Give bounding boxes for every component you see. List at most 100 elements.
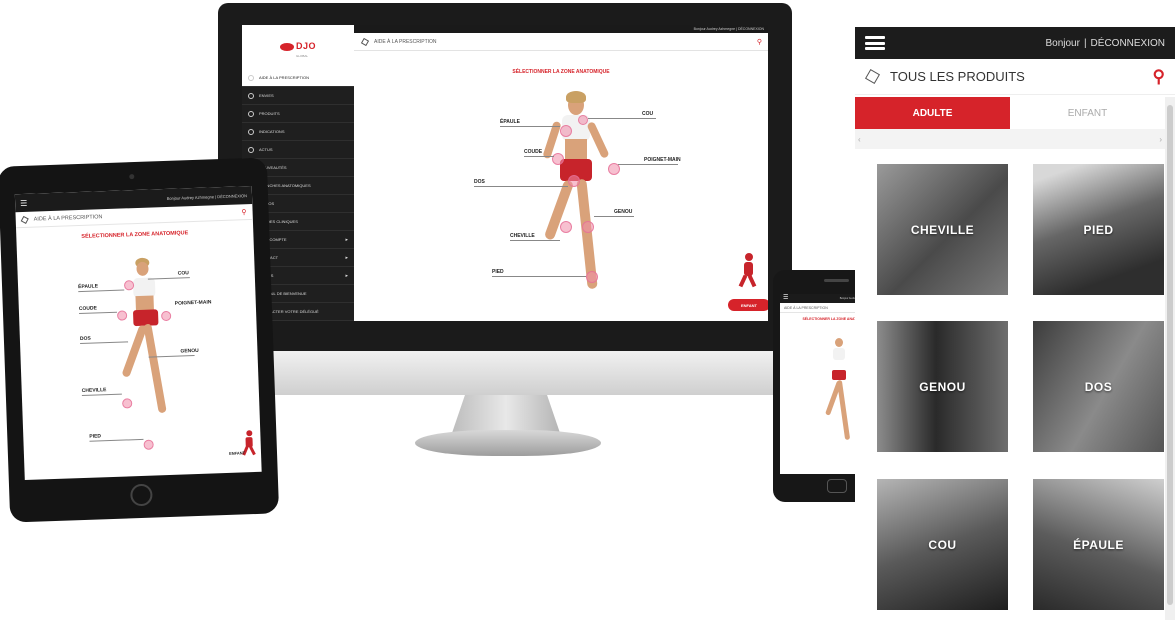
panel-topbar: Bonjour | DÉCONNEXION	[855, 27, 1175, 59]
label-dos[interactable]: DOS	[80, 336, 91, 342]
leader-dos	[474, 186, 568, 187]
label-epaule[interactable]: ÉPAULE	[500, 119, 520, 125]
sidebar-item-icon	[248, 128, 254, 135]
tile-cheville-label: CHEVILLE	[910, 222, 975, 237]
label-cou[interactable]: COU	[178, 270, 189, 276]
tile-genou-label: GENOU	[919, 379, 966, 394]
search-icon[interactable]: ⚲	[1153, 67, 1165, 87]
label-poignet[interactable]: POIGNET-MAIN	[175, 299, 212, 306]
hotspot-pied[interactable]	[586, 271, 598, 283]
desktop-topbar-greeting[interactable]: Bonjour Audrey Azhmegne | DÉCONNEXION	[354, 25, 768, 33]
hotspot-dos[interactable]	[568, 175, 580, 187]
label-pied[interactable]: PIED	[492, 269, 504, 275]
djo-logo[interactable]: DJO GLOBAL	[242, 25, 354, 69]
enfant-button[interactable]: ENFANT	[229, 450, 245, 456]
runner-hair	[566, 91, 586, 103]
tile-epaule[interactable]: ÉPAULE	[1033, 479, 1164, 610]
horizontal-scrollbar[interactable]: ‹ ›	[855, 129, 1165, 149]
label-dos[interactable]: DOS	[474, 179, 485, 185]
label-cheville[interactable]: CHEVILLE	[510, 233, 535, 239]
sidebar-item-label: ENVIES	[259, 93, 274, 98]
chevron-right-icon: ▸	[345, 254, 348, 261]
enfant-button[interactable]: ENFANT	[728, 299, 768, 311]
greeting-separator: |	[1083, 37, 1087, 49]
sidebar-item-icon	[248, 110, 254, 117]
runner-head	[835, 338, 843, 347]
search-icon[interactable]: ⚲	[757, 38, 762, 46]
sidebar-item[interactable]: ACTUS	[242, 141, 354, 159]
search-icon[interactable]: ⚲	[241, 208, 246, 216]
tablet-device: ☰ Bonjour Audrey Azhmegne | DÉCONNEXION …	[0, 157, 280, 523]
hotspot-genou[interactable]	[582, 221, 594, 233]
hotspot-cheville[interactable]	[560, 221, 572, 233]
label-genou[interactable]: GENOU	[180, 348, 199, 355]
tab-enfant[interactable]: ENFANT	[1010, 97, 1165, 129]
sidebar-item-label: INDICATIONS	[259, 129, 285, 134]
hotspot-cou[interactable]	[578, 115, 588, 125]
runner-leg-right	[836, 379, 851, 441]
sidebar-item-label: AIDE À LA PRESCRIPTION	[259, 75, 310, 80]
greeting-text: Bonjour	[1045, 37, 1080, 49]
runner-shorts	[832, 370, 846, 380]
tablet-screen: ☰ Bonjour Audrey Azhmegne | DÉCONNEXION …	[14, 185, 262, 481]
age-tabs: ADULTE ENFANT	[855, 97, 1165, 135]
tile-dos[interactable]: DOS	[1033, 321, 1164, 452]
tile-cheville[interactable]: CHEVILLE	[877, 164, 1008, 295]
panel-greeting: Bonjour | DÉCONNEXION	[1045, 38, 1165, 49]
desktop-body-figure	[532, 75, 632, 305]
tablet-home-button[interactable]	[130, 483, 153, 507]
child-runner-icon[interactable]	[738, 253, 758, 289]
vertical-scrollbar[interactable]	[1165, 97, 1175, 620]
label-pied[interactable]: PIED	[89, 433, 101, 439]
tile-cou-label: COU	[928, 537, 957, 552]
tab-adulte[interactable]: ADULTE	[855, 97, 1010, 135]
tablet-camera	[129, 174, 135, 180]
phone-home-button[interactable]	[827, 479, 847, 493]
label-coude[interactable]: COUDE	[79, 305, 97, 312]
panel-page-header: TOUS LES PRODUITS ⚲	[855, 59, 1175, 95]
menu-icon[interactable]: ☰	[20, 198, 27, 207]
hamburger-menu-icon[interactable]	[865, 36, 885, 50]
child-runner-body	[744, 262, 753, 276]
sidebar-item-label: ACTUS	[259, 147, 273, 152]
sidebar-item[interactable]: AIDE À LA PRESCRIPTION	[242, 69, 354, 87]
tile-genou[interactable]: GENOU	[877, 321, 1008, 452]
sidebar-item[interactable]: PRODUITS	[242, 105, 354, 123]
leader-cheville	[510, 240, 560, 241]
tablet-zone-title: SÉLECTIONNER LA ZONE ANATOMIQUE	[81, 230, 189, 240]
cube-icon	[20, 215, 29, 224]
chevron-right-icon: ▸	[345, 272, 348, 279]
label-genou[interactable]: GENOU	[614, 209, 632, 215]
logout-link[interactable]: DÉCONNEXION	[1091, 38, 1165, 49]
sidebar-item[interactable]: INDICATIONS	[242, 123, 354, 141]
hotspot-epaule[interactable]	[560, 125, 572, 137]
tablet-greeting[interactable]: Bonjour Audrey Azhmegne | DÉCONNEXION	[167, 193, 248, 201]
scrollbar-thumb[interactable]	[1167, 105, 1173, 605]
tile-pied[interactable]: PIED	[1033, 164, 1164, 295]
label-cheville[interactable]: CHEVILLE	[82, 387, 107, 394]
sidebar-item-icon	[248, 146, 254, 153]
desktop-page-title: AIDE À LA PRESCRIPTION	[374, 38, 437, 45]
label-cou[interactable]: COU	[642, 111, 653, 117]
leader-pied	[492, 276, 586, 277]
tile-cou[interactable]: COU	[877, 479, 1008, 610]
runner-leg-left	[121, 324, 148, 378]
hotspot-pied[interactable]	[143, 439, 154, 450]
label-poignet[interactable]: POIGNET-MAIN	[644, 157, 681, 163]
leader-genou	[594, 216, 634, 217]
child-runner-leg2	[747, 274, 757, 288]
menu-icon[interactable]: ☰	[783, 295, 788, 301]
cube-icon	[360, 37, 370, 46]
desktop-monitor: DJO GLOBAL AIDE À LA PRESCRIPTION ENVIES P…	[218, 3, 792, 395]
monitor-neck	[452, 395, 560, 433]
monitor-base	[415, 430, 601, 456]
scroll-left-icon[interactable]: ‹	[858, 135, 861, 144]
scroll-right-icon[interactable]: ›	[1159, 135, 1162, 144]
sidebar-item[interactable]: ENVIES	[242, 87, 354, 105]
tile-pied-label: PIED	[1083, 222, 1114, 237]
hotspot-coude[interactable]	[552, 153, 564, 165]
label-epaule[interactable]: ÉPAULE	[78, 283, 98, 290]
sidebar-item-icon	[248, 74, 254, 81]
label-coude[interactable]: COUDE	[524, 149, 542, 155]
sidebar-item-label: PRODUITS	[259, 111, 280, 116]
